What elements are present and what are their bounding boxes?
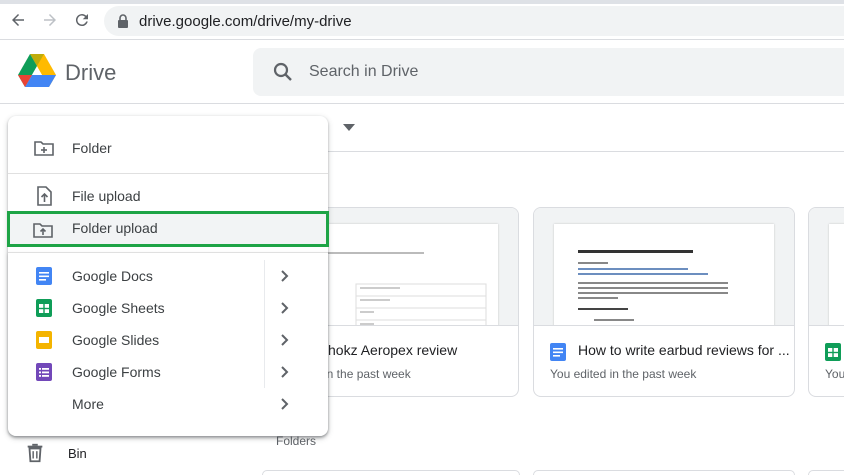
menu-item-label: Google Docs bbox=[72, 268, 153, 284]
drive-window: drive.google.com/drive/my-drive Drive e … bbox=[0, 0, 844, 475]
product-name: Drive bbox=[65, 60, 117, 85]
folder-upload-icon bbox=[33, 223, 53, 238]
lock-icon bbox=[118, 14, 128, 28]
url-text: drive.google.com/drive/my-drive bbox=[139, 13, 352, 30]
search-input[interactable] bbox=[309, 60, 809, 84]
google-forms-icon bbox=[36, 363, 52, 381]
caret-down-icon[interactable] bbox=[343, 124, 355, 132]
menu-item-label: Folder upload bbox=[72, 220, 158, 236]
submenu-separator bbox=[264, 292, 265, 324]
folder-card[interactable] bbox=[808, 470, 844, 475]
menu-item-more[interactable]: More bbox=[8, 388, 328, 420]
forward-arrow-icon bbox=[44, 14, 56, 26]
file-card[interactable]: How to write earbud reviews for ... You … bbox=[533, 207, 795, 397]
menu-item-google-sheets[interactable]: Google Sheets bbox=[8, 292, 328, 324]
sidebar-item-bin-label: Bin bbox=[68, 446, 87, 461]
file-preview bbox=[534, 208, 794, 326]
submenu-separator bbox=[264, 324, 265, 356]
chevron-right-icon[interactable] bbox=[278, 364, 292, 380]
menu-item-google-forms[interactable]: Google Forms bbox=[8, 356, 328, 388]
file-meta: d in the past week bbox=[314, 367, 411, 381]
file-upload-icon bbox=[37, 186, 52, 206]
reload-icon bbox=[75, 14, 88, 27]
submenu-separator bbox=[264, 356, 265, 388]
reload-button[interactable] bbox=[70, 8, 94, 32]
folder-card[interactable] bbox=[262, 470, 520, 475]
menu-item-label: Google Forms bbox=[72, 364, 161, 380]
submenu-separator bbox=[264, 260, 265, 292]
tab-strip bbox=[0, 0, 844, 4]
new-folder-icon bbox=[34, 141, 54, 156]
file-title: rShokz Aeropex review bbox=[314, 342, 458, 358]
toolbar-divider bbox=[255, 151, 844, 152]
folder-card[interactable] bbox=[533, 470, 795, 475]
back-button[interactable] bbox=[6, 8, 30, 32]
drive-header: Drive bbox=[0, 40, 844, 104]
search-bar[interactable] bbox=[253, 48, 844, 96]
menu-item-label: File upload bbox=[72, 188, 141, 204]
menu-item-file-upload[interactable]: File upload bbox=[8, 180, 328, 212]
folders-section-label: Folders bbox=[276, 434, 317, 448]
document-page-thumbnail bbox=[829, 224, 844, 325]
browser-toolbar: drive.google.com/drive/my-drive bbox=[0, 0, 844, 40]
menu-item-label: Folder bbox=[72, 140, 112, 156]
menu-item-google-slides[interactable]: Google Slides bbox=[8, 324, 328, 356]
document-thumbnail-lines-icon bbox=[578, 250, 728, 321]
menu-item-label: Google Slides bbox=[72, 332, 160, 348]
menu-item-label: Google Sheets bbox=[72, 300, 165, 316]
google-sheets-icon bbox=[36, 299, 52, 317]
chevron-right-icon[interactable] bbox=[278, 332, 292, 348]
google-docs-icon bbox=[550, 343, 566, 361]
menu-divider bbox=[8, 173, 328, 174]
menu-item-folder-upload[interactable]: Folder upload bbox=[7, 211, 329, 247]
file-meta: You bbox=[825, 367, 844, 381]
chevron-right-icon[interactable] bbox=[278, 268, 292, 284]
trash-icon bbox=[27, 443, 43, 463]
document-page-thumbnail bbox=[554, 224, 774, 325]
menu-item-folder[interactable]: Folder bbox=[8, 132, 328, 164]
menu-item-google-docs[interactable]: Google Docs bbox=[8, 260, 328, 292]
file-meta: You edited in the past week bbox=[550, 367, 697, 381]
menu-item-label: More bbox=[72, 396, 104, 412]
search-icon[interactable] bbox=[271, 60, 295, 84]
back-arrow-icon bbox=[12, 14, 24, 26]
file-card[interactable]: You bbox=[808, 207, 844, 397]
forward-button[interactable] bbox=[38, 8, 62, 32]
file-title: How to write earbud reviews for ... bbox=[578, 342, 790, 358]
menu-divider bbox=[8, 252, 328, 253]
google-sheets-icon bbox=[825, 343, 841, 361]
address-bar[interactable]: drive.google.com/drive/my-drive bbox=[104, 6, 844, 36]
google-drive-logo-icon[interactable] bbox=[18, 54, 56, 88]
new-item-menu-apps-section: Google Docs Google Sheets Google Slides … bbox=[8, 252, 328, 436]
google-slides-icon bbox=[36, 331, 52, 349]
chevron-right-icon[interactable] bbox=[278, 396, 292, 412]
sidebar-item-bin[interactable] bbox=[24, 442, 46, 469]
google-docs-icon bbox=[36, 267, 52, 285]
file-preview bbox=[809, 208, 844, 326]
chevron-right-icon[interactable] bbox=[278, 300, 292, 316]
